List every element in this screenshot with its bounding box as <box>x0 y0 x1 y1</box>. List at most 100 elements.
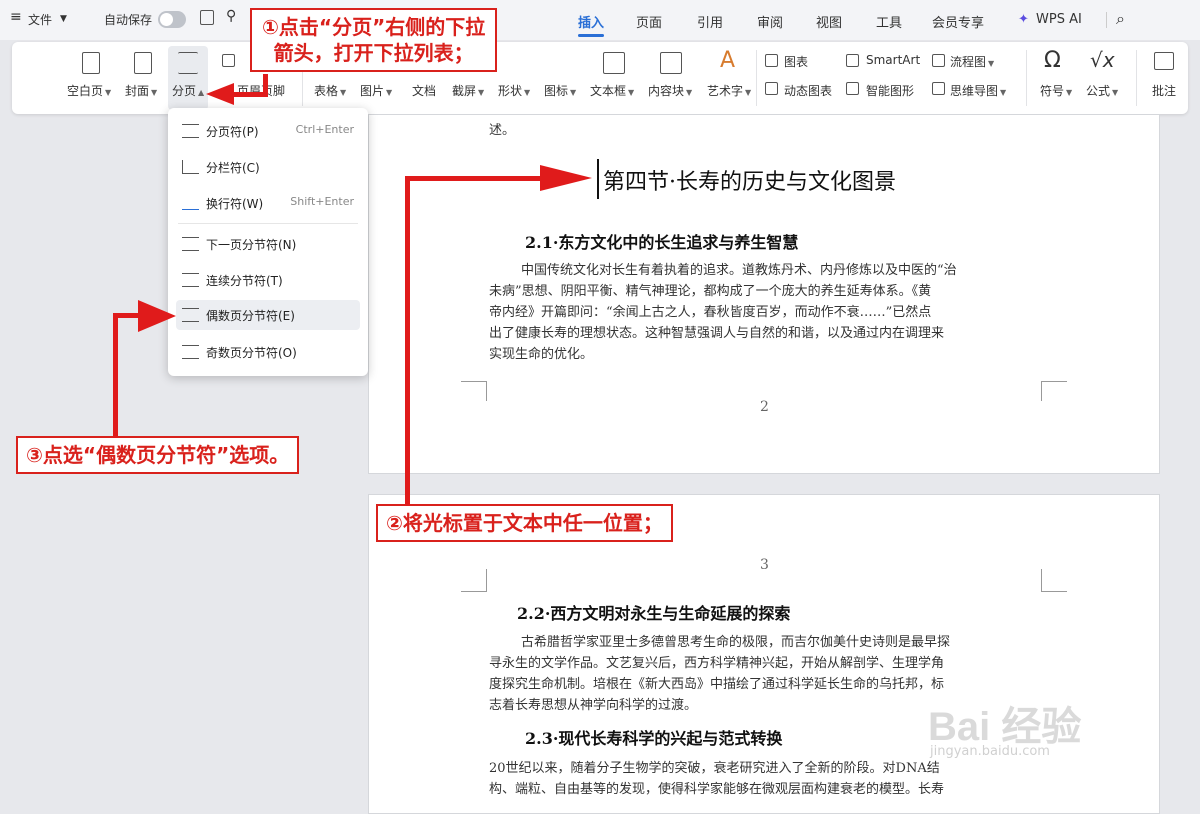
smartart-icon <box>846 54 859 67</box>
shortcut-hint: Ctrl+Enter <box>295 123 354 136</box>
blank-page-label: 空白页 <box>67 84 104 98</box>
chevron-up-icon: ▲ <box>198 88 205 97</box>
menu-item-continuous-section[interactable]: 连续分节符(T) <box>168 265 368 295</box>
cover-icon <box>134 52 152 74</box>
tab-page[interactable]: 页面 <box>636 12 662 31</box>
chevron-down-icon[interactable]: ▼ <box>60 14 67 24</box>
annotation-arrow <box>405 176 410 506</box>
paragraph-2-3[interactable]: 20世纪以来，随着分子生物学的突破，衰老研究进入了全新的阶段。对DNA结 构、端… <box>489 758 944 800</box>
file-menu[interactable]: 文件 <box>28 11 52 28</box>
annotation-step3: ③点选“偶数页分节符”选项。 <box>16 436 300 474</box>
table-button[interactable]: 表格 ▼ <box>314 82 346 99</box>
menu-item-label: 下一页分节符(N) <box>206 238 297 252</box>
menu-item-column-break[interactable]: 分栏符(C) <box>168 152 368 182</box>
mindmap-label: 思维导图 <box>950 84 999 98</box>
heading-2-2[interactable]: 2.2·西方文明对永生与生命延展的探索 <box>517 600 790 624</box>
divider <box>1026 50 1027 106</box>
art-text-icon: A <box>720 48 736 73</box>
autosave-toggle[interactable] <box>158 11 186 28</box>
margin-corner <box>461 381 487 401</box>
icon-button[interactable]: 图标 ▼ <box>544 82 576 99</box>
tab-member[interactable]: 会员专享 <box>932 12 984 31</box>
picture-button[interactable]: 图片 ▼ <box>360 82 392 99</box>
page-break-dropdown-menu: 分页符(P) Ctrl+Enter 分栏符(C) 换行符(W) Shift+En… <box>168 108 368 376</box>
smartart-button[interactable]: SmartArt <box>866 53 920 67</box>
heading-2-3[interactable]: 2.3·现代长寿科学的兴起与范式转换 <box>525 725 782 749</box>
doc-button[interactable]: 文档 <box>412 82 436 99</box>
paragraph-2-1[interactable]: 中国传统文化对长生有着执着的追求。道教炼丹术、内丹修炼以及中医的“治 未病”思想… <box>489 260 957 365</box>
save-icon[interactable] <box>200 10 214 25</box>
content-block-icon <box>660 52 682 74</box>
paragraph-line: 帝内经》开篇即问：“余闻上古之人，春秋皆度百岁，而动作不衰……”已然点 <box>489 305 932 320</box>
paragraph-line: 未病”思想、阴阳平衡、精气神理论，都构成了一个庞大的养生延寿体系。《黄 <box>489 284 932 299</box>
active-tab-indicator <box>578 34 604 37</box>
paragraph-line: 实现生命的优化。 <box>489 347 594 362</box>
search-icon[interactable]: ⌕ <box>1116 9 1125 29</box>
symbol-icon: Ω <box>1044 48 1061 73</box>
blank-page-button[interactable]: 空白页 ▼ <box>67 82 111 99</box>
heading-2-1[interactable]: 2.1·东方文化中的长生追求与养生智慧 <box>525 229 798 253</box>
table-label: 表格 <box>314 84 339 98</box>
section-title[interactable]: 第四节·长寿的历史与文化图景 <box>603 164 896 196</box>
chart-icon <box>765 54 778 67</box>
divider <box>756 50 757 106</box>
dynamic-chart-icon <box>765 82 778 95</box>
menu-icon[interactable]: ≡ <box>10 9 22 25</box>
comment-button[interactable]: 批注 <box>1152 82 1176 99</box>
arrowhead <box>138 300 176 332</box>
tab-review[interactable]: 审阅 <box>757 12 783 31</box>
title-bar: ≡ 文件 ▼ 自动保存 ⚲ 插入 页面 引用 审阅 视图 工具 会员专享 ✦ W… <box>0 0 1200 40</box>
continuous-section-icon <box>182 273 199 287</box>
screenshot-button[interactable]: 截屏 ▼ <box>452 82 484 99</box>
divider <box>178 223 358 224</box>
margin-corner-line <box>461 381 487 382</box>
margin-corner-line <box>461 591 487 592</box>
content-block-button[interactable]: 内容块 ▼ <box>648 82 692 99</box>
share-icon[interactable]: ⚲ <box>226 8 236 24</box>
margin-corner-line <box>486 569 487 591</box>
cover-button[interactable]: 封面 ▼ <box>125 82 157 99</box>
page-break-icon <box>182 124 199 138</box>
flowchart-button[interactable]: 流程图 ▼ <box>950 53 994 70</box>
smart-shape-button[interactable]: 智能图形 <box>866 82 914 99</box>
menu-item-line-break[interactable]: 换行符(W) Shift+Enter <box>168 188 368 218</box>
menu-item-page-break[interactable]: 分页符(P) Ctrl+Enter <box>168 116 368 146</box>
shortcut-hint: Shift+Enter <box>290 195 354 208</box>
page-break-dropdown[interactable]: 分页 ▲ <box>172 82 204 99</box>
paragraph-line: 构、端粒、自由基等的发现，使得科学家能够在微观层面构建衰老的模型。长寿 <box>489 782 945 797</box>
page-break-label: 分页 <box>172 84 197 98</box>
content-block-label: 内容块 <box>648 84 685 98</box>
menu-item-next-page-section[interactable]: 下一页分节符(N) <box>168 229 368 259</box>
menu-item-odd-page-section[interactable]: 奇数页分节符(O) <box>168 337 368 367</box>
cover-label: 封面 <box>125 84 150 98</box>
paragraph-line: 出了健康长寿的理想状态。这种智慧强调人与自然的和谐，以及通过内在调理来 <box>489 326 945 341</box>
tab-view[interactable]: 视图 <box>816 12 842 31</box>
tab-reference[interactable]: 引用 <box>697 12 723 31</box>
tab-tools[interactable]: 工具 <box>876 12 902 31</box>
divider <box>1136 50 1137 106</box>
chart-button[interactable]: 图表 <box>784 53 808 70</box>
paragraph-2-2[interactable]: 古希腊哲学家亚里士多德曾思考生命的极限，而吉尔伽美什史诗则是最早探 寻永生的文学… <box>489 632 950 716</box>
dynamic-chart-button[interactable]: 动态图表 <box>784 82 832 99</box>
paragraph-line: 中国传统文化对长生有着执着的追求。道教炼丹术、内丹修炼以及中医的“治 <box>521 263 957 278</box>
paragraph-line: 寻永生的文学作品。文艺复兴后，西方科学精神兴起，开始从解剖学、生理学角 <box>489 656 945 671</box>
annotation-arrow <box>113 313 118 438</box>
flowchart-icon <box>932 54 945 67</box>
menu-item-label: 换行符(W) <box>206 197 264 211</box>
blank-page-icon <box>82 52 100 74</box>
arrowhead <box>540 165 592 191</box>
margin-corner <box>1041 381 1067 401</box>
symbol-label: 符号 <box>1040 84 1065 98</box>
textbox-button[interactable]: 文本框 ▼ <box>590 82 634 99</box>
symbol-button[interactable]: 符号 ▼ <box>1040 82 1072 99</box>
textbox-label: 文本框 <box>590 84 627 98</box>
formula-button[interactable]: 公式 ▼ <box>1086 82 1118 99</box>
art-text-button[interactable]: 艺术字 ▼ <box>707 82 751 99</box>
menu-item-even-page-section[interactable]: 偶数页分节符(E) <box>176 300 360 330</box>
wps-ai-icon[interactable]: ✦ <box>1018 12 1029 27</box>
tab-insert[interactable]: 插入 <box>578 12 604 31</box>
page-number: 3 <box>760 557 769 573</box>
mindmap-button[interactable]: 思维导图 ▼ <box>950 82 1006 99</box>
tab-wps-ai[interactable]: WPS AI <box>1036 12 1082 27</box>
shape-button[interactable]: 形状 ▼ <box>498 82 530 99</box>
